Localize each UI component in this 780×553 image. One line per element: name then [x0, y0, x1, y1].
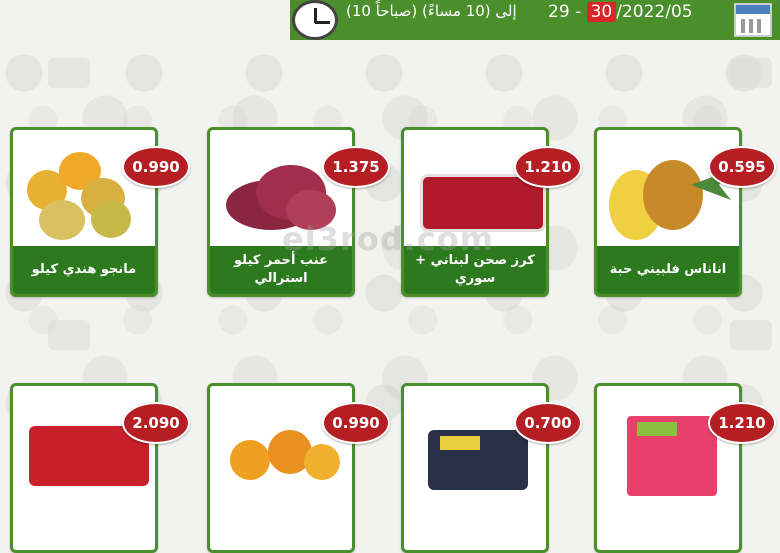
watermark-logo-icon	[730, 320, 772, 350]
price-badge: 0.595	[708, 146, 776, 188]
watermark-logo-icon	[730, 58, 772, 88]
price-badge: 0.990	[122, 146, 190, 188]
date-separator: -	[569, 2, 587, 22]
date-month-year: /2022/05	[616, 2, 693, 22]
price-badge: 0.700	[514, 402, 582, 444]
price-badge: 0.990	[322, 402, 390, 444]
calendar-icon	[734, 3, 772, 37]
price-badge: 1.210	[708, 402, 776, 444]
offer-dates: 29 - 30/2022/05	[548, 2, 693, 22]
opening-hours: (10 صباحاً) إلى (10 مساءً)	[346, 2, 517, 20]
watermark-logo-icon	[48, 58, 90, 88]
product-label: اناناس فلبيني حبة	[597, 246, 739, 294]
watermark-text: el3rod.com	[282, 220, 495, 258]
header-left-area	[0, 0, 290, 40]
watermark-logo-icon	[48, 320, 90, 350]
price-badge: 2.090	[122, 402, 190, 444]
price-badge: 1.210	[514, 146, 582, 188]
price-badge: 1.375	[322, 146, 390, 188]
date-end-day: 30	[586, 2, 617, 22]
product-label: مانجو هندي كيلو	[13, 246, 155, 294]
date-start-day: 29	[548, 2, 570, 22]
clock-icon	[292, 0, 338, 40]
